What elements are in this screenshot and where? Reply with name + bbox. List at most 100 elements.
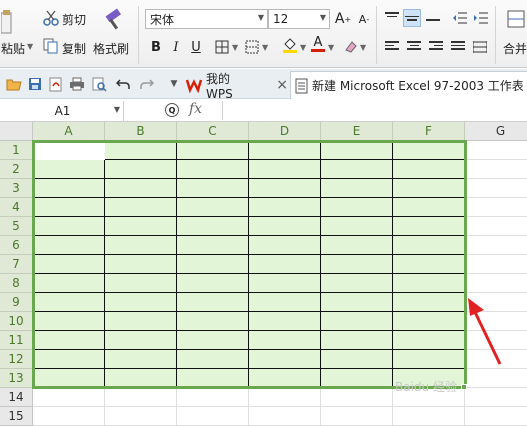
row-header-7[interactable]: 7 xyxy=(0,255,33,274)
cell-d12[interactable] xyxy=(249,350,321,369)
align-bottom-icon[interactable] xyxy=(424,9,442,27)
cell-c13[interactable] xyxy=(177,369,249,388)
align-middle-icon[interactable] xyxy=(403,9,421,27)
cell-b8[interactable] xyxy=(105,274,177,293)
cell-d3[interactable] xyxy=(249,179,321,198)
align-top-icon[interactable] xyxy=(383,9,401,27)
print-preview-icon[interactable] xyxy=(91,76,107,92)
zoom-icon[interactable]: Q xyxy=(165,103,179,117)
cell-f2[interactable] xyxy=(393,160,465,179)
row-header-13[interactable]: 13 xyxy=(0,369,33,388)
cell-a11[interactable] xyxy=(33,331,105,350)
cell-b6[interactable] xyxy=(105,236,177,255)
cell-c8[interactable] xyxy=(177,274,249,293)
paste-label[interactable]: 粘贴 xyxy=(1,40,25,57)
cell-f3[interactable] xyxy=(393,179,465,198)
select-all-corner[interactable] xyxy=(0,122,33,141)
cell-b1[interactable] xyxy=(105,141,177,160)
cell-f10[interactable] xyxy=(393,312,465,331)
chevron-down-icon[interactable]: ▼ xyxy=(262,43,268,52)
column-header-e[interactable]: E xyxy=(321,122,393,141)
cell-d10[interactable] xyxy=(249,312,321,331)
cell-c4[interactable] xyxy=(177,198,249,217)
row-header-11[interactable]: 11 xyxy=(0,331,33,350)
cell-borders-icon[interactable] xyxy=(243,38,261,56)
cell-e6[interactable] xyxy=(321,236,393,255)
cell-g15[interactable] xyxy=(465,407,527,426)
row-header-10[interactable]: 10 xyxy=(0,312,33,331)
cell-c7[interactable] xyxy=(177,255,249,274)
cell-g6[interactable] xyxy=(465,236,527,255)
cell-d13[interactable] xyxy=(249,369,321,388)
column-header-f[interactable]: F xyxy=(393,122,465,141)
close-icon[interactable]: × xyxy=(276,77,288,93)
cell-a8[interactable] xyxy=(33,274,105,293)
cell-a15[interactable] xyxy=(33,407,105,426)
borders-icon[interactable] xyxy=(213,38,231,56)
cell-d9[interactable] xyxy=(249,293,321,312)
shrink-font-button[interactable]: A- xyxy=(355,10,373,28)
open-folder-icon[interactable] xyxy=(6,76,22,92)
chevron-down-icon[interactable]: ▼ xyxy=(232,43,238,52)
font-size-select[interactable]: 12 ▼ xyxy=(268,9,330,29)
row-header-8[interactable]: 8 xyxy=(0,274,33,293)
cell-a12[interactable] xyxy=(33,350,105,369)
cell-f7[interactable] xyxy=(393,255,465,274)
font-color-button[interactable]: A xyxy=(309,35,327,53)
row-header-12[interactable]: 12 xyxy=(0,350,33,369)
row-header-3[interactable]: 3 xyxy=(0,179,33,198)
cell-a9[interactable] xyxy=(33,293,105,312)
export-pdf-icon[interactable] xyxy=(48,76,64,92)
cell-g2[interactable] xyxy=(465,160,527,179)
chevron-down-icon[interactable]: ▼ xyxy=(114,105,120,114)
row-header-15[interactable]: 15 xyxy=(0,407,33,426)
cell-a4[interactable] xyxy=(33,198,105,217)
copy-button[interactable]: 复制 xyxy=(62,40,86,57)
cell-c5[interactable] xyxy=(177,217,249,236)
underline-button[interactable]: U xyxy=(187,38,205,56)
align-center-icon[interactable] xyxy=(405,38,423,56)
cell-b9[interactable] xyxy=(105,293,177,312)
clear-format-icon[interactable] xyxy=(342,38,360,56)
cell-c2[interactable] xyxy=(177,160,249,179)
fill-color-icon[interactable] xyxy=(281,36,299,54)
active-cell[interactable] xyxy=(34,142,105,160)
row-header-14[interactable]: 14 xyxy=(0,388,33,407)
cell-c11[interactable] xyxy=(177,331,249,350)
cell-e15[interactable] xyxy=(321,407,393,426)
cell-b10[interactable] xyxy=(105,312,177,331)
cell-e3[interactable] xyxy=(321,179,393,198)
cell-a3[interactable] xyxy=(33,179,105,198)
cell-a5[interactable] xyxy=(33,217,105,236)
cell-c1[interactable] xyxy=(177,141,249,160)
column-header-a[interactable]: A xyxy=(33,122,105,141)
row-header-1[interactable]: 1 xyxy=(0,141,33,160)
column-header-d[interactable]: D xyxy=(249,122,321,141)
copy-icon[interactable] xyxy=(42,37,60,55)
cell-a14[interactable] xyxy=(33,388,105,407)
cell-b5[interactable] xyxy=(105,217,177,236)
cell-d2[interactable] xyxy=(249,160,321,179)
tab-my-wps[interactable]: 我的WPS × xyxy=(185,72,288,101)
cell-c14[interactable] xyxy=(177,388,249,407)
cell-f11[interactable] xyxy=(393,331,465,350)
cell-a10[interactable] xyxy=(33,312,105,331)
paste-dropdown-icon[interactable]: ▼ xyxy=(27,42,33,51)
fill-handle[interactable] xyxy=(461,384,467,390)
bold-button[interactable]: B xyxy=(147,38,165,56)
cell-f12[interactable] xyxy=(393,350,465,369)
cell-c6[interactable] xyxy=(177,236,249,255)
align-left-icon[interactable] xyxy=(383,38,401,56)
customize-dropdown-icon[interactable]: ▼ xyxy=(166,76,182,92)
save-icon[interactable] xyxy=(27,76,43,92)
merge-button[interactable]: 合并 xyxy=(503,40,527,57)
merge-icon[interactable] xyxy=(506,8,526,30)
cell-f8[interactable] xyxy=(393,274,465,293)
cell-g8[interactable] xyxy=(465,274,527,293)
cell-c15[interactable] xyxy=(177,407,249,426)
cell-g13[interactable] xyxy=(465,369,527,388)
cell-e9[interactable] xyxy=(321,293,393,312)
redo-icon[interactable] xyxy=(139,76,155,92)
cell-d11[interactable] xyxy=(249,331,321,350)
cell-b4[interactable] xyxy=(105,198,177,217)
